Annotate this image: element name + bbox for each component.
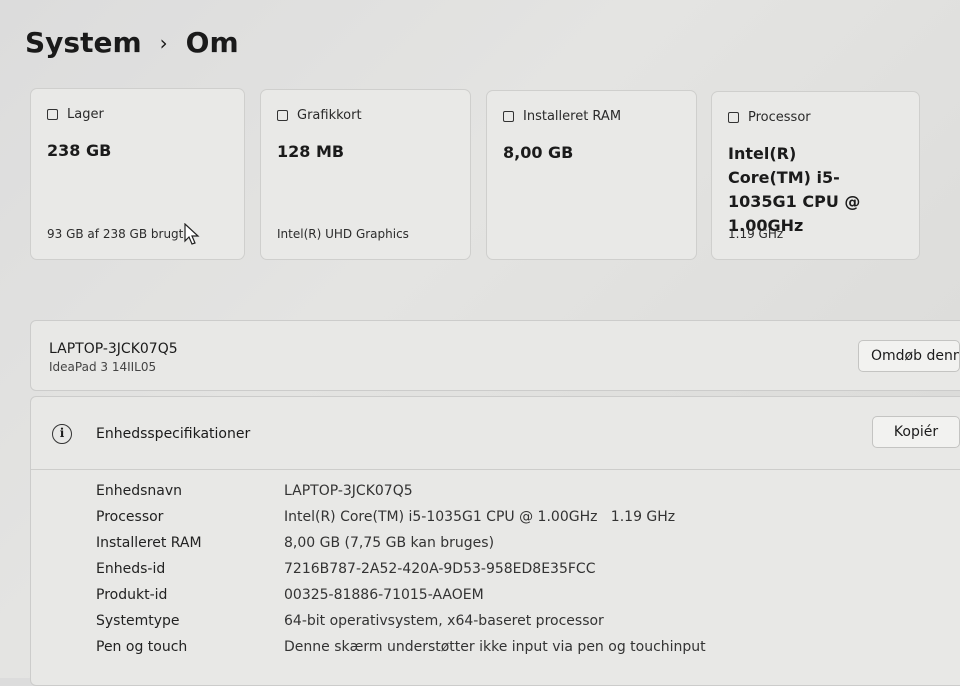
spec-row-pen-touch: Pen og touch Denne skærm understøtter ik… xyxy=(96,639,796,655)
storage-card-sub: 93 GB af 238 GB brugt xyxy=(47,227,184,241)
spec-value[interactable]: 00325-81886-71015-AAOEM xyxy=(284,587,484,603)
device-name: LAPTOP-3JCK07Q5 xyxy=(49,341,178,357)
graphics-card-header: Grafikkort xyxy=(277,108,362,123)
rename-button[interactable]: Omdøb denne xyxy=(858,340,960,372)
spec-row-ram: Installeret RAM 8,00 GB (7,75 GB kan bru… xyxy=(96,535,796,551)
storage-icon xyxy=(47,109,58,120)
ram-card[interactable]: Installeret RAM 8,00 GB xyxy=(486,90,697,260)
page-title: Om xyxy=(185,26,239,59)
graphics-card[interactable]: Grafikkort 128 MB Intel(R) UHD Graphics xyxy=(260,89,471,260)
ram-card-header: Installeret RAM xyxy=(503,109,621,124)
chevron-right-icon: › xyxy=(159,30,168,55)
spec-key: Processor xyxy=(96,509,164,525)
breadcrumb-system[interactable]: System xyxy=(25,26,142,59)
graphics-card-value: 128 MB xyxy=(277,142,345,161)
mouse-cursor-icon xyxy=(184,223,200,245)
spec-key: Enheds-id xyxy=(96,561,166,577)
processor-card-header: Processor xyxy=(728,110,811,125)
storage-card-header: Lager xyxy=(47,107,104,122)
spec-value[interactable]: 8,00 GB (7,75 GB kan bruges) xyxy=(284,535,494,551)
spec-value[interactable]: Intel(R) Core(TM) i5-1035G1 CPU @ 1.00GH… xyxy=(284,509,675,525)
processor-card[interactable]: Processor Intel(R) Core(TM) i5-1035G1 CP… xyxy=(711,91,920,260)
ram-icon xyxy=(503,111,514,122)
spec-row-processor: Processor Intel(R) Core(TM) i5-1035G1 CP… xyxy=(96,509,796,525)
specs-title: Enhedsspecifikationer xyxy=(96,426,251,442)
device-name-panel: LAPTOP-3JCK07Q5 IdeaPad 3 14IIL05 xyxy=(30,320,960,391)
storage-card-label: Lager xyxy=(67,107,104,122)
spec-row-device-name: Enhedsnavn LAPTOP-3JCK07Q5 xyxy=(96,483,796,499)
storage-card[interactable]: Lager 238 GB 93 GB af 238 GB brugt xyxy=(30,88,245,260)
spec-value[interactable]: 64-bit operativsystem, x64-baseret proce… xyxy=(284,613,604,629)
graphics-card-label: Grafikkort xyxy=(297,108,362,123)
storage-card-value: 238 GB xyxy=(47,141,112,160)
spec-row-device-id: Enheds-id 7216B787-2A52-420A-9D53-958ED8… xyxy=(96,561,796,577)
spec-row-system-type: Systemtype 64-bit operativsystem, x64-ba… xyxy=(96,613,796,629)
spec-row-product-id: Produkt-id 00325-81886-71015-AAOEM xyxy=(96,587,796,603)
processor-icon xyxy=(728,112,739,123)
graphics-card-sub: Intel(R) UHD Graphics xyxy=(277,227,409,241)
ram-card-label: Installeret RAM xyxy=(523,109,622,124)
processor-card-sub: 1.19 GHz xyxy=(728,227,784,241)
spec-value[interactable]: 7216B787-2A52-420A-9D53-958ED8E35FCC xyxy=(284,561,595,577)
spec-key: Produkt-id xyxy=(96,587,168,603)
spec-key: Enhedsnavn xyxy=(96,483,182,499)
spec-key: Pen og touch xyxy=(96,639,188,655)
info-icon: i xyxy=(52,424,72,444)
breadcrumb: System › Om xyxy=(25,26,239,59)
spec-key: Installeret RAM xyxy=(96,535,202,551)
ram-card-value: 8,00 GB xyxy=(503,143,574,162)
copy-button[interactable]: Kopiér xyxy=(872,416,960,448)
specs-divider xyxy=(31,469,960,470)
spec-value[interactable]: LAPTOP-3JCK07Q5 xyxy=(284,483,413,499)
spec-key: Systemtype xyxy=(96,613,180,629)
graphics-card-icon xyxy=(277,110,288,121)
device-model: IdeaPad 3 14IIL05 xyxy=(49,360,157,374)
processor-card-label: Processor xyxy=(748,110,811,125)
spec-value[interactable]: Denne skærm understøtter ikke input via … xyxy=(284,639,706,655)
processor-card-value: Intel(R) Core(TM) i5-1035G1 CPU @ 1.00GH… xyxy=(728,144,861,235)
